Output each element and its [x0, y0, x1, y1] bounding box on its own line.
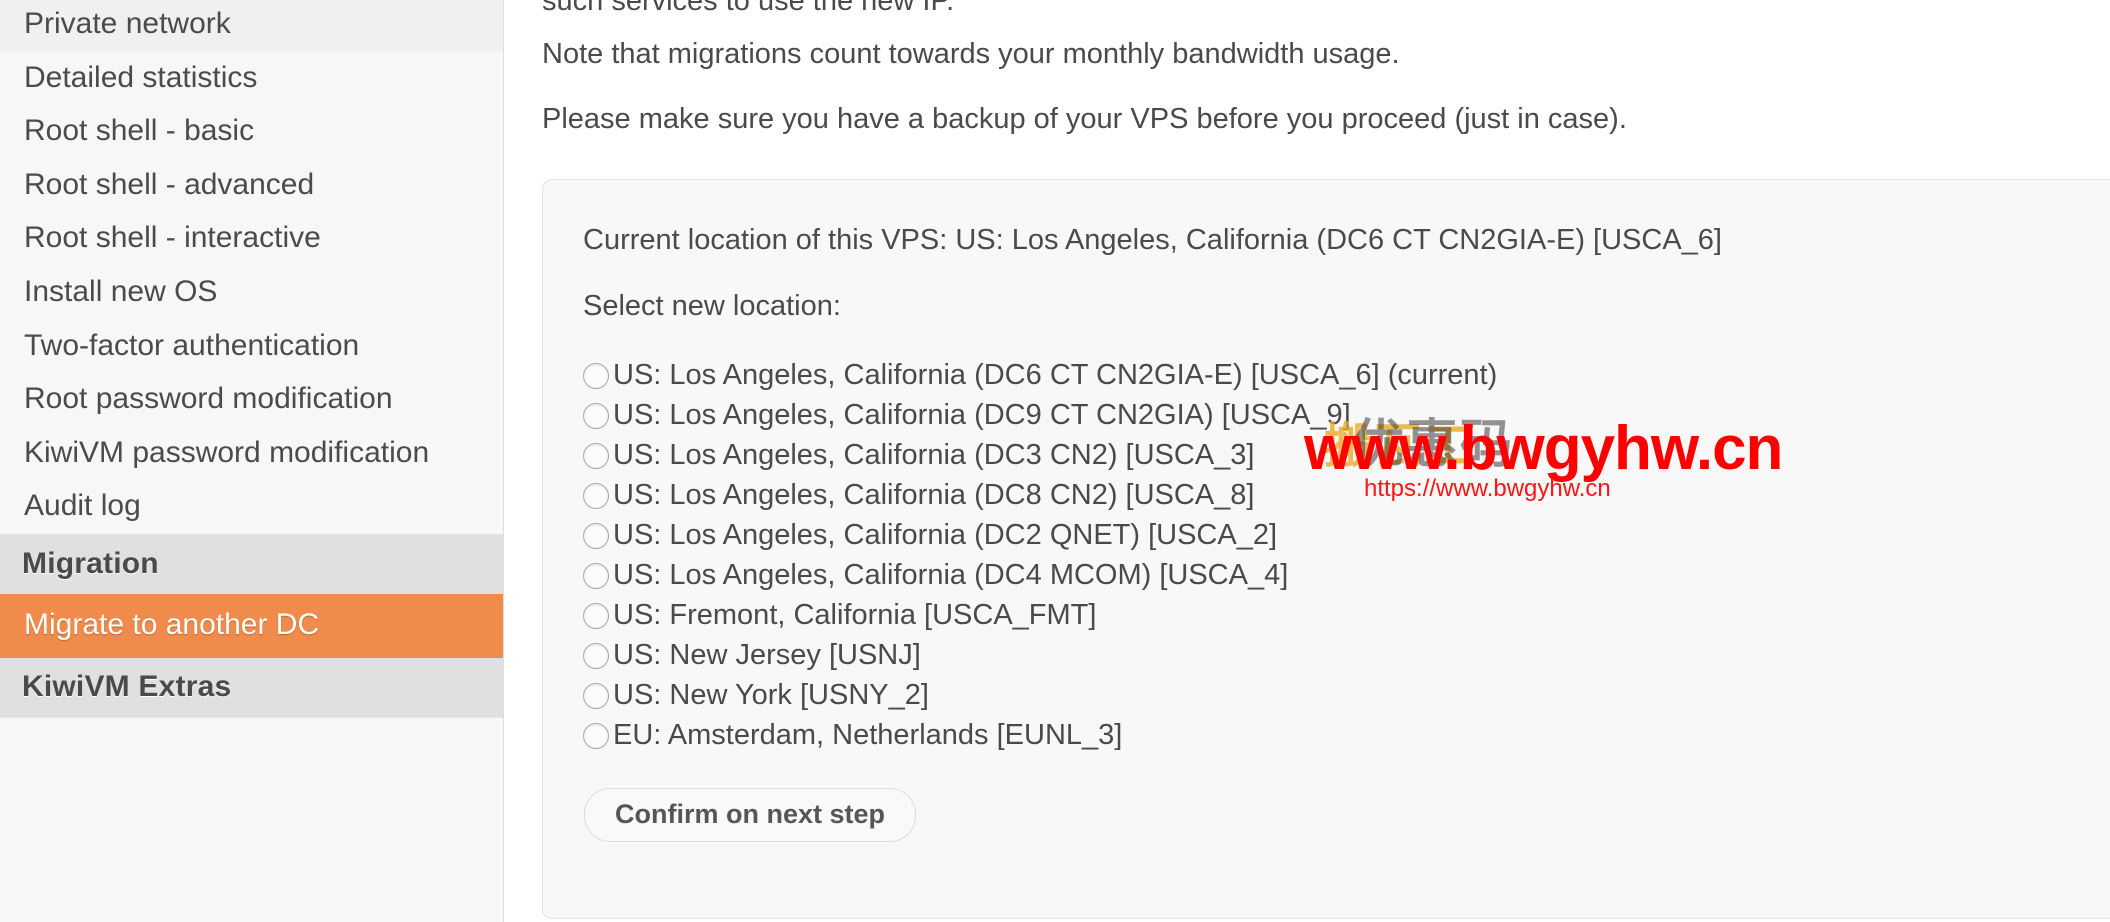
sidebar-item-label: Private network — [24, 7, 231, 40]
location-option-usny-2[interactable]: US: New York [USNY_2] — [583, 675, 2110, 715]
location-option-label: US: Los Angeles, California (DC6 CT CN2G… — [613, 358, 1498, 391]
sidebar-item-install-new-os[interactable]: Install new OS — [0, 265, 503, 320]
location-option-usca-fmt[interactable]: US: Fremont, California [USCA_FMT] — [583, 595, 2110, 635]
sidebar-item-private-network[interactable]: Private network — [0, 0, 503, 52]
sidebar-nav-list: Private network Detailed statistics Root… — [0, 0, 503, 758]
sidebar-item-root-shell-advanced[interactable]: Root shell - advanced — [0, 158, 503, 213]
sidebar-item-label: Root shell - advanced — [24, 167, 315, 201]
location-option-usca-6[interactable]: US: Los Angeles, California (DC6 CT CN2G… — [583, 355, 2110, 395]
location-option-label: US: New York [USNY_2] — [613, 678, 929, 711]
intro-text: such services to use the new IP. Note th… — [504, 0, 2110, 134]
radio-button-icon[interactable] — [583, 523, 609, 549]
location-option-label: US: Fremont, California [USCA_FMT] — [613, 598, 1097, 631]
sidebar: Private network Detailed statistics Root… — [0, 0, 504, 922]
sidebar-item-label: Root password modification — [24, 382, 393, 416]
sidebar-item-label: Install new OS — [24, 274, 218, 308]
location-option-label: US: Los Angeles, California (DC4 MCOM) [… — [613, 558, 1289, 591]
radio-button-icon[interactable] — [583, 483, 609, 509]
sidebar-section-label: Migration — [22, 546, 159, 580]
intro-bandwidth-note: Note that migrations count towards your … — [542, 38, 1400, 70]
radio-button-icon[interactable] — [583, 723, 609, 749]
location-option-usca-3[interactable]: US: Los Angeles, California (DC3 CN2) [U… — [583, 435, 2110, 475]
select-new-location-label: Select new location: — [583, 290, 841, 322]
location-option-label: US: New Jersey [USNJ] — [613, 638, 921, 671]
sidebar-item-label: Migrate to another DC — [24, 607, 320, 641]
location-option-label: US: Los Angeles, California (DC9 CT CN2G… — [613, 398, 1351, 431]
sidebar-item-kiwivm-password-modification[interactable]: KiwiVM password modification — [0, 426, 503, 481]
location-option-label: US: Los Angeles, California (DC8 CN2) [U… — [613, 478, 1255, 511]
sidebar-item-detailed-statistics[interactable]: Detailed statistics — [0, 51, 503, 106]
radio-button-icon[interactable] — [583, 683, 609, 709]
current-location-text: Current location of this VPS: US: Los An… — [583, 224, 1722, 256]
kiwivm-page: Private network Detailed statistics Root… — [0, 0, 2110, 922]
sidebar-section-label: KiwiVM Extras — [22, 669, 232, 703]
main-content: such services to use the new IP. Note th… — [504, 0, 2110, 922]
location-option-usnj[interactable]: US: New Jersey [USNJ] — [583, 635, 2110, 675]
location-radio-group[interactable]: US: Los Angeles, California (DC6 CT CN2G… — [583, 355, 2110, 755]
radio-button-icon[interactable] — [583, 443, 609, 469]
radio-button-icon[interactable] — [583, 563, 609, 589]
sidebar-item-label: KiwiVM password modification — [24, 435, 430, 469]
sidebar-item-label: Root shell - basic — [24, 114, 255, 148]
location-option-label: US: Los Angeles, California (DC3 CN2) [U… — [613, 438, 1255, 471]
intro-clipped-line: such services to use the new IP. — [542, 0, 2070, 11]
radio-button-icon[interactable] — [583, 363, 609, 389]
confirm-on-next-step-button[interactable]: Confirm on next step — [584, 788, 917, 842]
sidebar-item-root-password-modification[interactable]: Root password modification — [0, 373, 503, 427]
sidebar-item-audit-log[interactable]: Audit log — [0, 480, 503, 534]
location-option-usca-9[interactable]: US: Los Angeles, California (DC9 CT CN2G… — [583, 395, 2110, 435]
location-option-label: EU: Amsterdam, Netherlands [EUNL_3] — [613, 718, 1123, 751]
sidebar-item-root-shell-interactive[interactable]: Root shell - interactive — [0, 212, 503, 266]
location-option-eunl-3[interactable]: EU: Amsterdam, Netherlands [EUNL_3] — [583, 715, 2110, 755]
radio-button-icon[interactable] — [583, 603, 609, 629]
radio-button-icon[interactable] — [583, 403, 609, 429]
sidebar-item-migrate-to-another-dc[interactable]: Migrate to another DC — [0, 593, 503, 658]
sidebar-tail — [0, 716, 503, 758]
sidebar-item-root-shell-basic[interactable]: Root shell - basic — [0, 105, 503, 159]
sidebar-item-label: Two-factor authentication — [24, 328, 360, 362]
location-option-usca-2[interactable]: US: Los Angeles, California (DC2 QNET) [… — [583, 515, 2110, 555]
location-option-usca-4[interactable]: US: Los Angeles, California (DC4 MCOM) [… — [583, 555, 2110, 595]
sidebar-item-label: Detailed statistics — [24, 60, 258, 94]
intro-backup-note: Please make sure you have a backup of yo… — [542, 103, 1627, 135]
sidebar-section-kiwivm-extras: KiwiVM Extras — [0, 657, 503, 717]
sidebar-item-two-factor-authentication[interactable]: Two-factor authentication — [0, 319, 503, 374]
location-option-usca-8[interactable]: US: Los Angeles, California (DC8 CN2) [U… — [583, 475, 2110, 515]
sidebar-section-migration: Migration — [0, 534, 503, 594]
sidebar-item-label: Audit log — [24, 489, 141, 523]
migration-panel: Current location of this VPS: US: Los An… — [542, 179, 2110, 919]
sidebar-item-label: Root shell - interactive — [24, 221, 321, 255]
radio-button-icon[interactable] — [583, 643, 609, 669]
location-option-label: US: Los Angeles, California (DC2 QNET) [… — [613, 518, 1278, 551]
